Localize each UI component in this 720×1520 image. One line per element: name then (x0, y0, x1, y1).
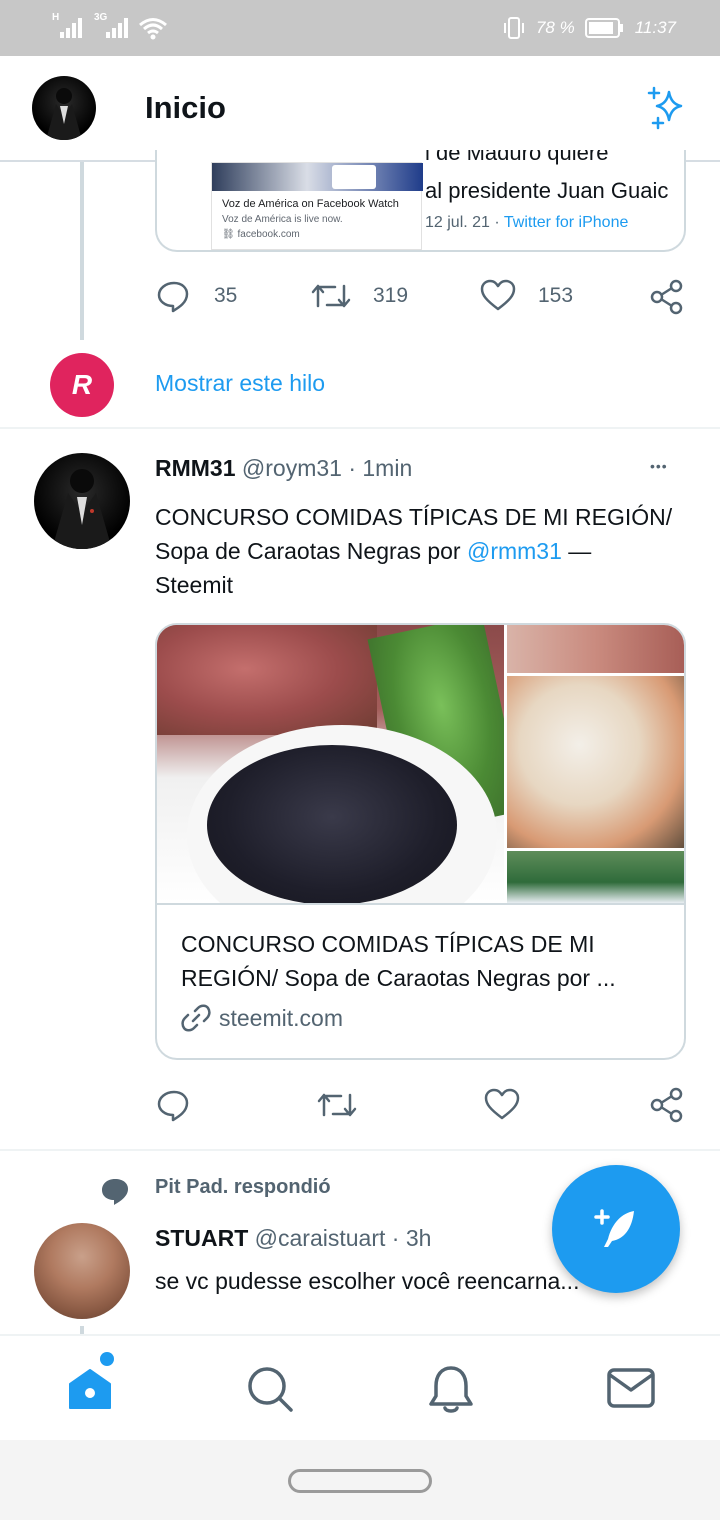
divider (0, 427, 720, 429)
voa-logo (332, 165, 376, 189)
signal-icon: H (52, 12, 84, 40)
reply-action[interactable]: 35 (156, 278, 237, 314)
status-bar: H 3G 78 % 11:37 (0, 0, 720, 56)
author-name[interactable]: RMM31 (155, 455, 236, 481)
card-title-line1: CONCURSO COMIDAS TÍPICAS DE MI (181, 931, 595, 957)
tweet-text-line2-prefix: Sopa de Caraotas Negras por (155, 538, 467, 564)
card-domain-row: steemit.com (181, 1003, 343, 1033)
new-content-dot (100, 1352, 114, 1366)
battery-icon (584, 18, 623, 38)
retweet-action[interactable]: 319 (311, 278, 408, 314)
network-type-2: 3G (94, 12, 108, 23)
tweet-text-line3: Steemit (155, 572, 233, 598)
embedded-tweet-text: l de Maduro quiere al presidente Juan Gu… (425, 150, 684, 250)
tweet-text-line2-suffix: — (561, 538, 592, 564)
compose-tweet-button[interactable] (552, 1165, 680, 1293)
embed-caption-domain: facebook.com (237, 229, 300, 240)
link-icon (181, 1004, 211, 1032)
card-image-middle-right (507, 676, 684, 848)
page-title: Inicio (145, 90, 226, 125)
heart-icon (480, 279, 516, 311)
tweet-text: CONCURSO COMIDAS TÍPICAS DE MI REGIÓN/ S… (155, 500, 672, 602)
reply-count: 35 (214, 284, 238, 307)
embed-source-link[interactable]: Twitter for iPhone (504, 214, 629, 231)
embed-meta: 12 jul. 21 · Twitter for iPhone (425, 214, 628, 232)
retweet-icon[interactable] (317, 1087, 357, 1123)
embedded-preview: Voz de América on Facebook Watch Voz de … (211, 162, 423, 250)
reply-icon[interactable] (156, 1087, 192, 1123)
messages-icon[interactable] (606, 1366, 656, 1412)
thread-line (80, 1326, 84, 1334)
like-count: 153 (538, 284, 574, 307)
clock: 11:37 (634, 18, 676, 37)
author-handle[interactable]: @roym31 (242, 455, 342, 481)
retweet-icon (311, 284, 351, 308)
top-app-bar: Inicio (0, 56, 720, 162)
like-action[interactable]: 153 (480, 278, 573, 314)
more-options-icon[interactable]: ••• (650, 458, 668, 474)
home-icon (69, 1369, 111, 1409)
search-icon[interactable] (245, 1364, 295, 1414)
card-domain: steemit.com (219, 1004, 343, 1031)
tweet-time[interactable]: · 3h (392, 1225, 432, 1251)
quoted-tweet-card[interactable]: Voz de América on Facebook Watch Voz de … (155, 150, 686, 252)
reply-context-label[interactable]: Pit Pad. respondió (155, 1176, 331, 1199)
card-image-bottom-right (507, 851, 684, 903)
embed-image (212, 163, 423, 191)
bottom-navigation (0, 1334, 720, 1440)
embed-caption-domain-row: ⛓ facebook.com (222, 229, 300, 240)
status-bar-left: H 3G (52, 12, 168, 40)
embed-date: 12 jul. 21 · (425, 214, 504, 231)
wifi-icon (139, 18, 167, 40)
home-gesture-bar[interactable] (288, 1469, 432, 1493)
sparkle-icon[interactable] (645, 86, 691, 132)
battery-percent: 78 % (535, 18, 575, 37)
thread-avatar[interactable]: R (50, 353, 114, 417)
tweet-header: RMM31 @roym31 · 1min (155, 455, 412, 482)
profile-avatar[interactable] (32, 76, 96, 140)
network-type-1: H (52, 12, 60, 23)
compose-feather-icon (594, 1209, 634, 1247)
embed-text-line1: l de Maduro quiere (425, 150, 609, 165)
share-icon[interactable] (650, 279, 684, 315)
link-icon: ⛓ (222, 229, 235, 240)
embed-text-line2: al presidente Juan Guaic (425, 178, 669, 203)
divider (0, 1149, 720, 1151)
embed-caption-title: Voz de América on Facebook Watch (222, 198, 399, 210)
thread-avatar-letter: R (71, 369, 93, 400)
vibrate-icon (503, 17, 524, 39)
show-thread-link[interactable]: Mostrar este hilo (155, 370, 325, 397)
card-title: CONCURSO COMIDAS TÍPICAS DE MI REGIÓN/ S… (181, 927, 616, 995)
card-title-line2: REGIÓN/ Sopa de Caraotas Negras por ... (181, 965, 616, 991)
card-image-top-right (507, 625, 684, 673)
status-bar-right: 78 % 11:37 (502, 16, 676, 40)
signal-icon: 3G (94, 12, 128, 40)
reply-icon (157, 281, 189, 313)
tweet-time[interactable]: · 1min (348, 455, 412, 481)
thread-line (80, 162, 84, 340)
share-icon[interactable] (650, 1087, 684, 1123)
heart-icon[interactable] (484, 1087, 520, 1123)
nav-home[interactable] (66, 1352, 116, 1419)
author-handle[interactable]: @caraistuart (255, 1225, 386, 1251)
next-tweet-text: se vc pudesse escolher você reencarna... (155, 1268, 580, 1294)
tweet-text-line2: Sopa de Caraotas Negras por @rmm31 — (155, 534, 672, 568)
notifications-icon[interactable] (426, 1364, 476, 1414)
tweet-text-line1: CONCURSO COMIDAS TÍPICAS DE MI REGIÓN/ (155, 504, 673, 530)
card-image-main (157, 625, 504, 903)
tweet-author-avatar[interactable] (34, 453, 130, 549)
next-tweet-header: STUART @caraistuart · 3h (155, 1225, 431, 1252)
embed-caption-sub: Voz de América is live now. (222, 214, 343, 225)
next-tweet-author-avatar[interactable] (34, 1223, 130, 1319)
mention-link[interactable]: @rmm31 (467, 538, 562, 564)
reply-bubble-icon (102, 1179, 128, 1205)
author-name[interactable]: STUART (155, 1225, 248, 1251)
retweet-count: 319 (373, 284, 409, 307)
link-preview-card[interactable]: CONCURSO COMIDAS TÍPICAS DE MI REGIÓN/ S… (155, 623, 686, 1060)
